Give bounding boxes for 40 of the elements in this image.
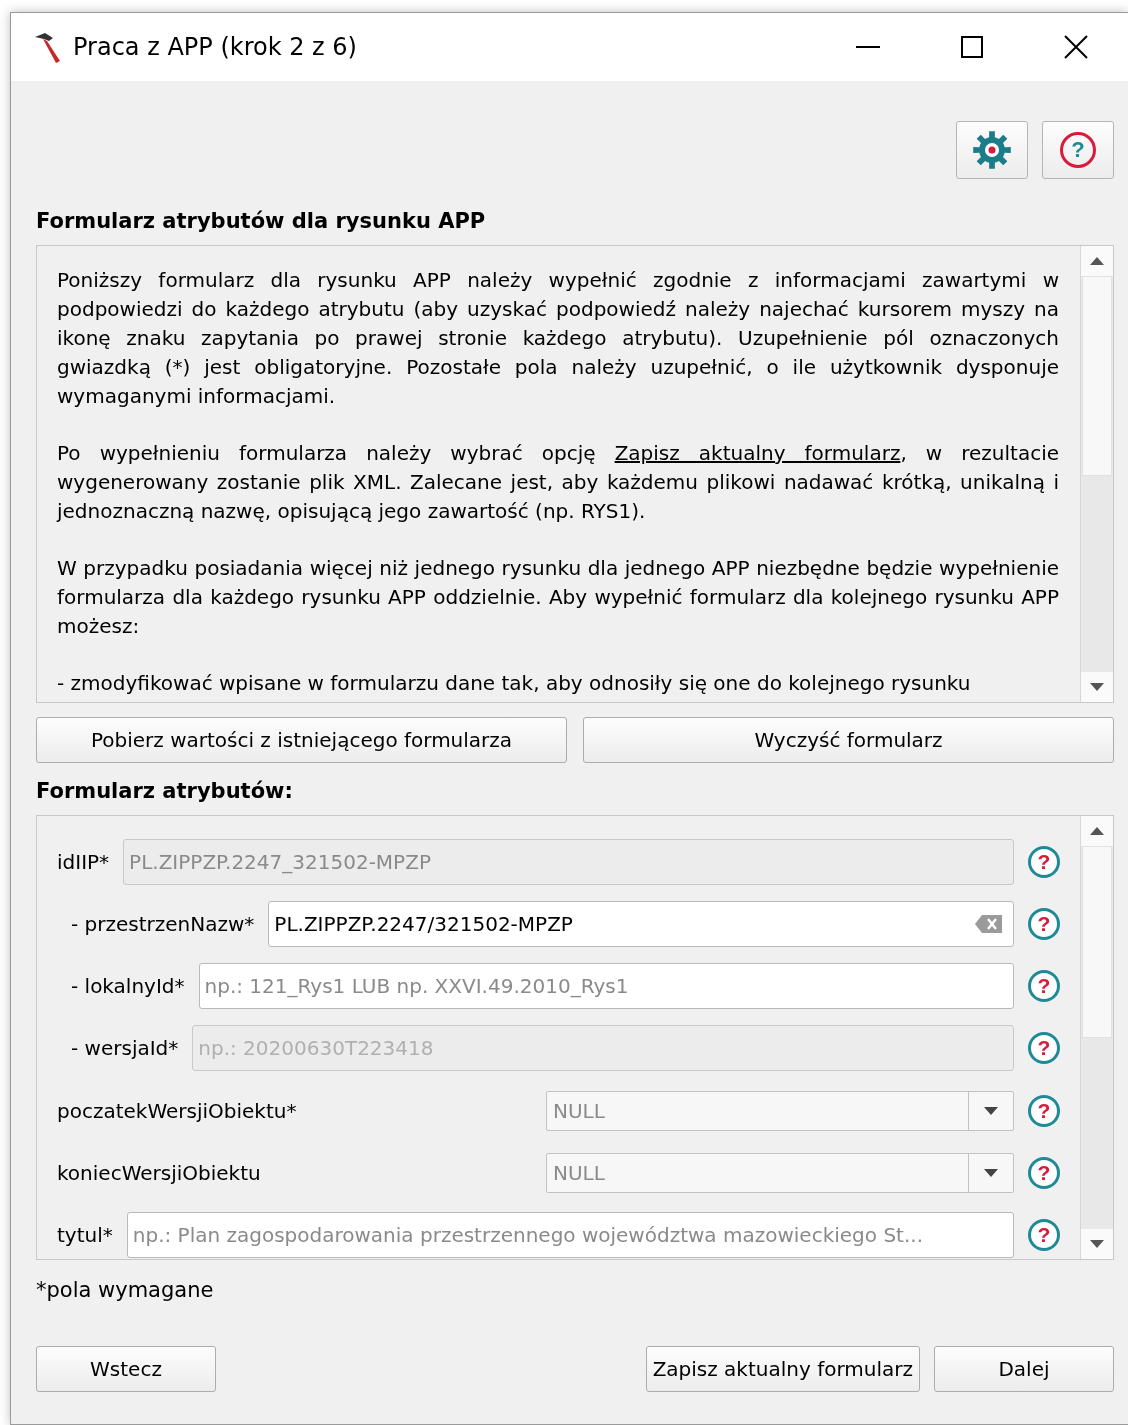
paragraph: Po wypełnieniu formularza należy wybrać opcję Zapisz aktualny formularz, w rezultacie wygenerowany zostanie plik XML. Zalecane jest, aby każdemu plikowi nadawać krótką, unikalną i jednoznaczną nazwę, opisującą jego zawartość (np. RYS1). (57, 440, 1059, 525)
scrollbar-thumb[interactable] (1082, 276, 1112, 476)
section-heading: Formularz atrybutów: (36, 779, 294, 803)
section-heading: Formularz atrybutów dla rysunku APP (36, 209, 487, 233)
close-icon[interactable] (1064, 35, 1088, 59)
scroll-down-arrow-icon[interactable] (1090, 682, 1104, 692)
paragraph: - zmodyfikować wpisane w formularzu dane tak, aby odnosiły się one do kolejnego rysunku (57, 670, 972, 697)
required-note: *pola wymagane (36, 1278, 215, 1302)
scroll-down-arrow-icon[interactable] (1090, 1239, 1104, 1249)
link[interactable]: Zapisz aktualny formularz (614, 441, 901, 465)
caret-icon (984, 1169, 998, 1178)
field-label: - wersjaId* (71, 1036, 179, 1061)
help-icon[interactable]: ? (1028, 1094, 1060, 1127)
help-icon[interactable]: ? (1028, 1219, 1060, 1252)
help-button[interactable]: ? (1042, 121, 1114, 179)
settings-button[interactable] (956, 121, 1028, 179)
maximize-icon[interactable] (961, 36, 983, 58)
dropdown[interactable]: NULL (546, 1153, 1014, 1194)
field-label: - przestrzenNazw* (71, 911, 255, 936)
field-label: tytul* (57, 1223, 113, 1248)
paragraph: W przypadku posiadania więcej niż jednego rysunku dla jednego APP niezbędne będzie wypełnienie formularza dla każdego rysunku APP oddzielnie. Aby wypełnić formularz dla kolejnego rysunku APP możesz: (57, 555, 1059, 640)
button[interactable]: Zapisz aktualny formularz (645, 1346, 920, 1392)
back-button[interactable]: Wstecz (36, 1346, 216, 1392)
help-icon[interactable]: ? (1028, 1157, 1060, 1190)
window-title: Praca z APP (krok 2 z 6) (73, 33, 358, 61)
dropdown[interactable]: NULL (546, 1090, 1014, 1131)
paragraph: Poniższy formularz dla rysunku APP należy wypełnić zgodnie z informacjami zawartymi w podpowiedzi do każdego atrybutu (aby uzyskać podpowiedź należy najechać kursorem myszy na ikonę znaku zapytania po prawej stronie każdego atrybutu). Uzupełnienie pól oznaczonych gwiazdką (*) jest obligatoryjne. Pozostałe pola należy uzupełnić, o ile użytkownik dysponuje wymaganymi informacjami. (57, 267, 1059, 410)
gear-icon (972, 130, 1012, 170)
scrollbar-thumb[interactable] (1082, 846, 1112, 1038)
field-label: idIIP* (57, 849, 110, 874)
button[interactable]: Wyczyść formularz (583, 717, 1114, 763)
field-label: - lokalnyId* (71, 974, 185, 999)
caret-icon (984, 1106, 998, 1115)
field-label: poczatekWersjiObiektu* (57, 1098, 297, 1123)
button[interactable]: Dalej (934, 1346, 1114, 1392)
field-label: koniecWersjiObiektu (57, 1161, 261, 1186)
scroll-up-arrow-icon[interactable] (1090, 256, 1104, 266)
scroll-up-arrow-icon[interactable] (1090, 826, 1104, 836)
text-field[interactable]: np.: Plan zagospodarowania przestrzennego województwa mazowieckiego St... (126, 1212, 1014, 1259)
button[interactable]: Pobierz wartości z istniejącego formularza (36, 717, 567, 763)
